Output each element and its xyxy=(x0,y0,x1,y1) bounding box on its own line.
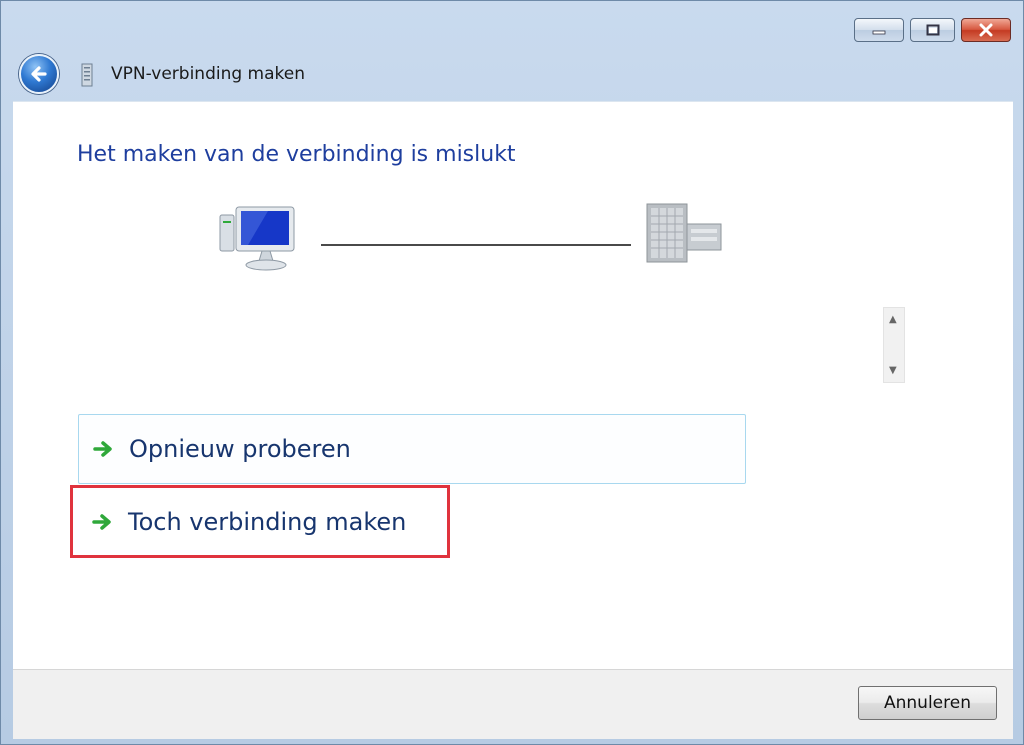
vpn-icon xyxy=(79,62,95,92)
close-button[interactable] xyxy=(961,18,1011,42)
back-button[interactable] xyxy=(19,54,59,94)
window-title: VPN-verbinding maken xyxy=(111,64,306,84)
close-icon xyxy=(979,23,993,37)
retry-command-link[interactable]: Opnieuw proberen xyxy=(78,414,746,484)
page-heading: Het maken van de verbinding is mislukt xyxy=(77,142,516,167)
scroll-down-icon[interactable]: ▼ xyxy=(889,365,897,376)
connection-line xyxy=(321,244,631,246)
minimize-button[interactable] xyxy=(854,18,904,42)
retry-label: Opnieuw proberen xyxy=(129,435,351,463)
connect-anyway-label: Toch verbinding maken xyxy=(128,507,407,536)
maximize-icon xyxy=(926,24,939,36)
minimize-icon xyxy=(872,30,886,35)
back-arrow-icon xyxy=(31,66,47,82)
scroll-up-icon[interactable]: ▲ xyxy=(889,314,897,325)
maximize-button[interactable] xyxy=(910,18,955,42)
footer-bar: Annuleren xyxy=(13,669,1013,739)
dialog-window: VPN-verbinding maken Het maken van de ve… xyxy=(0,0,1024,745)
window-controls xyxy=(854,18,1011,42)
scrollbar[interactable]: ▲ ▼ xyxy=(883,307,905,383)
green-arrow-icon xyxy=(92,513,111,530)
computer-icon xyxy=(218,205,300,279)
server-icon xyxy=(643,202,727,270)
content-area: Het maken van de verbinding is mislukt ▲… xyxy=(13,101,1013,670)
green-arrow-icon xyxy=(93,441,112,457)
connect-anyway-command-link[interactable]: Toch verbinding maken xyxy=(70,485,450,558)
title-bar: VPN-verbinding maken xyxy=(1,1,1023,101)
cancel-button[interactable]: Annuleren xyxy=(858,686,997,720)
